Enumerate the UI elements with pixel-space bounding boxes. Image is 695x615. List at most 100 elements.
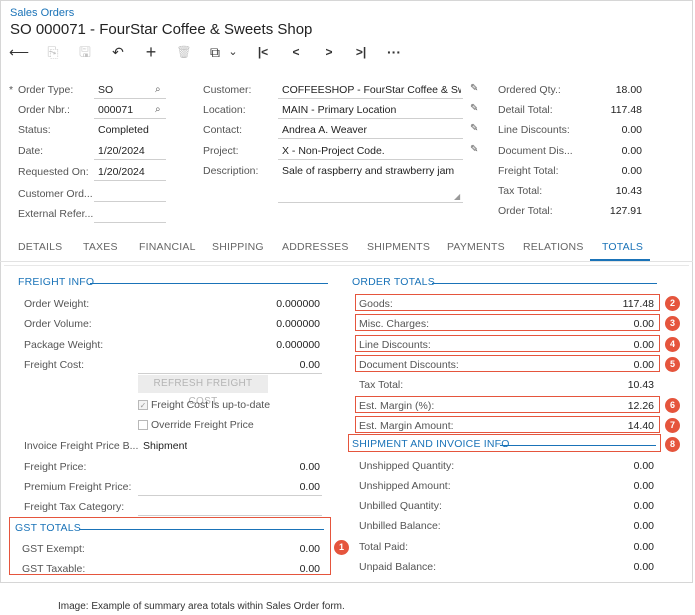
tab-taxes[interactable]: TAXES bbox=[83, 241, 118, 253]
unpaid-bal-value: 0.00 bbox=[633, 561, 654, 573]
search-icon[interactable]: ⌕ bbox=[155, 104, 161, 115]
freight-tax-category-field[interactable] bbox=[138, 499, 322, 516]
unshipped-amt-value: 0.00 bbox=[633, 480, 654, 492]
line-discounts-label: Line Discounts: bbox=[498, 124, 570, 136]
line-discounts-value: 0.00 bbox=[621, 124, 642, 136]
order-total-label: Order Total: bbox=[498, 205, 553, 217]
last-icon[interactable]: >| bbox=[350, 42, 372, 62]
tab-totals[interactable]: TOTALS bbox=[602, 241, 643, 253]
tab-relations[interactable]: RELATIONS bbox=[523, 241, 584, 253]
order-weight-label: Order Weight: bbox=[24, 298, 90, 310]
callout-badge: 1 bbox=[334, 540, 349, 555]
ordered-qty-label: Ordered Qty.: bbox=[498, 84, 561, 96]
customer-ord-label: Customer Ord... bbox=[18, 188, 93, 200]
gst-exempt-label: GST Exempt: bbox=[22, 543, 85, 555]
invoice-freight-price-value[interactable]: Shipment bbox=[143, 440, 187, 452]
unshipped-qty-value: 0.00 bbox=[633, 460, 654, 472]
first-icon[interactable]: |< bbox=[252, 42, 274, 62]
callout-badge: 6 bbox=[665, 398, 680, 413]
gst-totals-rule bbox=[79, 529, 324, 530]
order-volume-label: Order Volume: bbox=[24, 318, 92, 330]
document-dis-label: Document Dis... bbox=[498, 145, 573, 157]
tab-addresses[interactable]: ADDRESSES bbox=[282, 241, 349, 253]
add-icon[interactable]: + bbox=[140, 42, 162, 62]
margin-amt-value: 14.40 bbox=[627, 420, 654, 432]
image-caption: Image: Example of summary area totals wi… bbox=[58, 601, 345, 612]
edit-icon[interactable]: ✎ bbox=[470, 123, 478, 134]
freight-cost-value: 0.00 bbox=[299, 359, 320, 371]
freight-cost-label: Freight Cost: bbox=[24, 359, 85, 371]
undo-icon[interactable]: ↶ bbox=[107, 42, 129, 62]
doc-disc-label: Document Discounts: bbox=[359, 359, 459, 371]
margin-pct-value: 12.26 bbox=[627, 400, 654, 412]
edit-icon[interactable]: ✎ bbox=[470, 103, 478, 114]
shipment-info-title: SHIPMENT AND INVOICE INFO bbox=[352, 438, 510, 450]
order-nbr-value: 000071 bbox=[98, 104, 134, 116]
status-value: Completed bbox=[98, 124, 149, 136]
project-value: X - Non-Project Code. bbox=[282, 145, 385, 157]
shipment-info-rule bbox=[500, 445, 656, 446]
tab-shipments[interactable]: SHIPMENTS bbox=[367, 241, 430, 253]
order-weight-value: 0.000000 bbox=[276, 298, 320, 310]
order-volume-value: 0.000000 bbox=[276, 318, 320, 330]
resize-handle-icon[interactable]: ◢ bbox=[454, 192, 460, 201]
tab-payments[interactable]: PAYMENTS bbox=[447, 241, 505, 253]
more-icon[interactable]: ··· bbox=[383, 42, 405, 62]
tab-active-indicator bbox=[590, 259, 650, 261]
external-refer-field[interactable] bbox=[94, 206, 166, 223]
customer-ord-field[interactable] bbox=[94, 185, 166, 202]
next-icon[interactable]: > bbox=[318, 42, 340, 62]
breadcrumb[interactable]: Sales Orders bbox=[10, 7, 74, 19]
premium-freight-price-value: 0.00 bbox=[299, 481, 320, 493]
delete-icon: 🗑 bbox=[176, 45, 192, 59]
unbilled-bal-label: Unbilled Balance: bbox=[359, 520, 441, 532]
tax-total-label: Tax Total: bbox=[498, 185, 543, 197]
tab-shipping[interactable]: SHIPPING bbox=[212, 241, 264, 253]
total-paid-label: Total Paid: bbox=[359, 541, 409, 553]
freight-total-value: 0.00 bbox=[621, 165, 642, 177]
gst-taxable-label: GST Taxable: bbox=[22, 563, 86, 575]
line-disc-value: 0.00 bbox=[633, 339, 654, 351]
edit-icon[interactable]: ✎ bbox=[470, 144, 478, 155]
unbilled-bal-value: 0.00 bbox=[633, 520, 654, 532]
search-icon[interactable]: ⌕ bbox=[155, 84, 161, 95]
back-icon[interactable]: ⟵ bbox=[8, 42, 30, 62]
override-freight-label: Override Freight Price bbox=[151, 419, 254, 431]
callout-badge: 2 bbox=[665, 296, 680, 311]
unpaid-bal-label: Unpaid Balance: bbox=[359, 561, 437, 573]
tax-total-value: 10.43 bbox=[615, 185, 642, 197]
freight-tax-category-label: Freight Tax Category: bbox=[24, 501, 125, 513]
margin-pct-label: Est. Margin (%): bbox=[359, 400, 435, 412]
misc-charges-label: Misc. Charges: bbox=[359, 318, 430, 330]
description-label: Description: bbox=[203, 165, 259, 177]
package-weight-label: Package Weight: bbox=[24, 339, 104, 351]
total-paid-value: 0.00 bbox=[633, 541, 654, 553]
tab-details[interactable]: DETAILS bbox=[18, 241, 62, 253]
project-label: Project: bbox=[203, 145, 239, 157]
order-tax-total-label: Tax Total: bbox=[359, 379, 404, 391]
misc-charges-value: 0.00 bbox=[633, 318, 654, 330]
gst-taxable-value: 0.00 bbox=[299, 563, 320, 575]
override-freight-checkbox[interactable] bbox=[138, 420, 148, 430]
chevron-down-icon[interactable]: ⌄ bbox=[222, 42, 244, 62]
page-title: SO 000071 - FourStar Coffee & Sweets Sho… bbox=[10, 21, 313, 38]
edit-icon[interactable]: ✎ bbox=[470, 83, 478, 94]
tab-financial[interactable]: FINANCIAL bbox=[139, 241, 196, 253]
freight-price-value: 0.00 bbox=[299, 461, 320, 473]
order-nbr-label: Order Nbr.: bbox=[18, 104, 70, 116]
uptodate-label: Freight Cost Is up-to-date bbox=[151, 399, 271, 411]
tab-content-top-border bbox=[4, 265, 689, 266]
date-label: Date: bbox=[18, 145, 44, 157]
external-refer-label: External Refer... bbox=[18, 208, 94, 220]
order-type-label: Order Type: bbox=[18, 84, 74, 96]
order-totals-title: ORDER TOTALS bbox=[352, 276, 435, 288]
margin-amt-label: Est. Margin Amount: bbox=[359, 420, 454, 432]
detail-total-value: 117.48 bbox=[610, 104, 642, 116]
unbilled-qty-label: Unbilled Quantity: bbox=[359, 500, 442, 512]
callout-badge: 5 bbox=[665, 357, 680, 372]
save-close-icon: ⎘ bbox=[47, 44, 59, 60]
previous-icon[interactable]: < bbox=[285, 42, 307, 62]
requested-on-value: 1/20/2024 bbox=[98, 166, 145, 178]
contact-value: Andrea A. Weaver bbox=[282, 124, 368, 136]
requested-on-label: Requested On: bbox=[18, 166, 89, 178]
